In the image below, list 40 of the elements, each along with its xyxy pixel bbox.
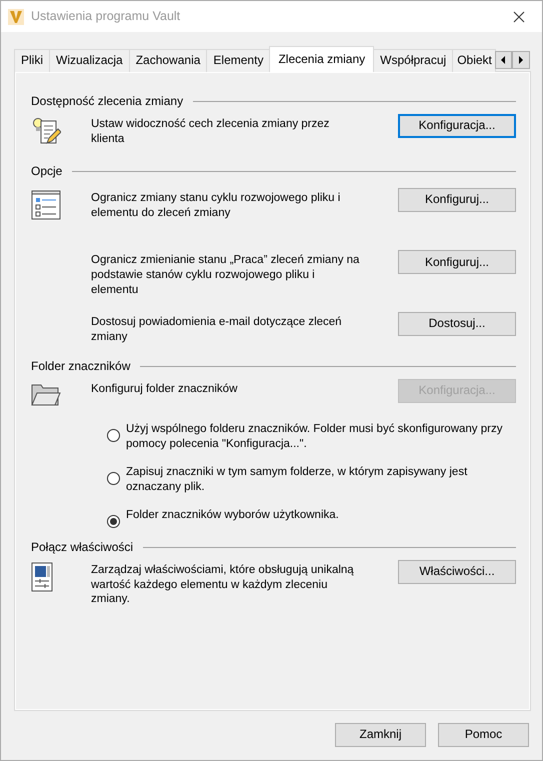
app-logo-icon bbox=[8, 8, 24, 24]
window-title: Ustawienia programu Vault bbox=[31, 8, 182, 25]
left-arrow-icon bbox=[499, 55, 508, 65]
group-title: Folder znaczników bbox=[31, 359, 130, 375]
radio-button[interactable] bbox=[107, 515, 120, 528]
group-title: Opcje bbox=[31, 164, 62, 180]
tab[interactable]: Pliki bbox=[14, 49, 50, 72]
description-text: Zarządzaj właściwościami, które obsługują unikalną wartość każdego elementu w każdym zleceniu zmiany. bbox=[91, 562, 355, 608]
group-title: Połącz właściwości bbox=[31, 540, 134, 556]
description-text: Ogranicz zmiany stanu cyklu rozwojowego pliku i elementu do zleceń zmiany bbox=[91, 190, 342, 221]
tab[interactable]: Wizualizacja bbox=[49, 49, 130, 72]
scroll-right-button[interactable] bbox=[512, 51, 530, 69]
tab[interactable]: Elementy bbox=[206, 49, 270, 72]
description-text: Ustaw widoczność cech zlecenia zmiany przez klienta bbox=[91, 116, 330, 146]
help-button[interactable]: Pomoc bbox=[438, 723, 529, 747]
checklist-pencil-icon bbox=[31, 116, 61, 146]
tab[interactable]: Zlecenia zmiany bbox=[269, 46, 374, 72]
close-icon bbox=[513, 10, 525, 22]
list-window-icon bbox=[31, 190, 61, 220]
close-dialog-button[interactable]: Zamknij bbox=[335, 723, 426, 747]
radio-button[interactable] bbox=[107, 429, 120, 442]
config-button[interactable]: Dostosuj... bbox=[398, 312, 516, 336]
radio-label[interactable]: Folder znaczników wyborów użytkownika. bbox=[126, 508, 339, 523]
description-text: Konfiguruj folder znaczników bbox=[91, 382, 238, 397]
description-text: Ogranicz zmienianie stanu „Praca” zleceń zmiany na podstawie stanów cyklu rozwojowego pliku i elementu bbox=[91, 253, 360, 298]
tab[interactable]: Zachowania bbox=[128, 49, 208, 72]
radio-button[interactable] bbox=[107, 472, 120, 486]
config-button[interactable]: Konfiguruj... bbox=[398, 188, 516, 212]
config-button[interactable]: Konfiguruj... bbox=[398, 250, 516, 274]
config-button[interactable]: Konfiguracja... bbox=[398, 114, 516, 138]
radio-label[interactable]: Zapisuj znaczniki w tym samym folderze, w którym zapisywany jest oznaczany plik. bbox=[126, 465, 507, 495]
properties-panel-icon bbox=[31, 562, 53, 592]
radio-label[interactable]: Użyj wspólnego folderu znaczników. Folder musi być skonfigurowany przy pomocy polecenia "Konfiguracja...". bbox=[126, 422, 507, 452]
tab[interactable]: Obiekt bbox=[452, 49, 496, 72]
right-arrow-icon bbox=[517, 55, 526, 65]
tab[interactable]: Współpracuj bbox=[373, 49, 454, 72]
scroll-left-button[interactable] bbox=[494, 51, 512, 69]
config-button[interactable]: Właściwości... bbox=[398, 560, 516, 584]
description-text: Dostosuj powiadomienia e-mail dotyczące zleceń zmiany bbox=[91, 315, 343, 346]
group-title: Dostępność zlecenia zmiany bbox=[31, 94, 184, 110]
